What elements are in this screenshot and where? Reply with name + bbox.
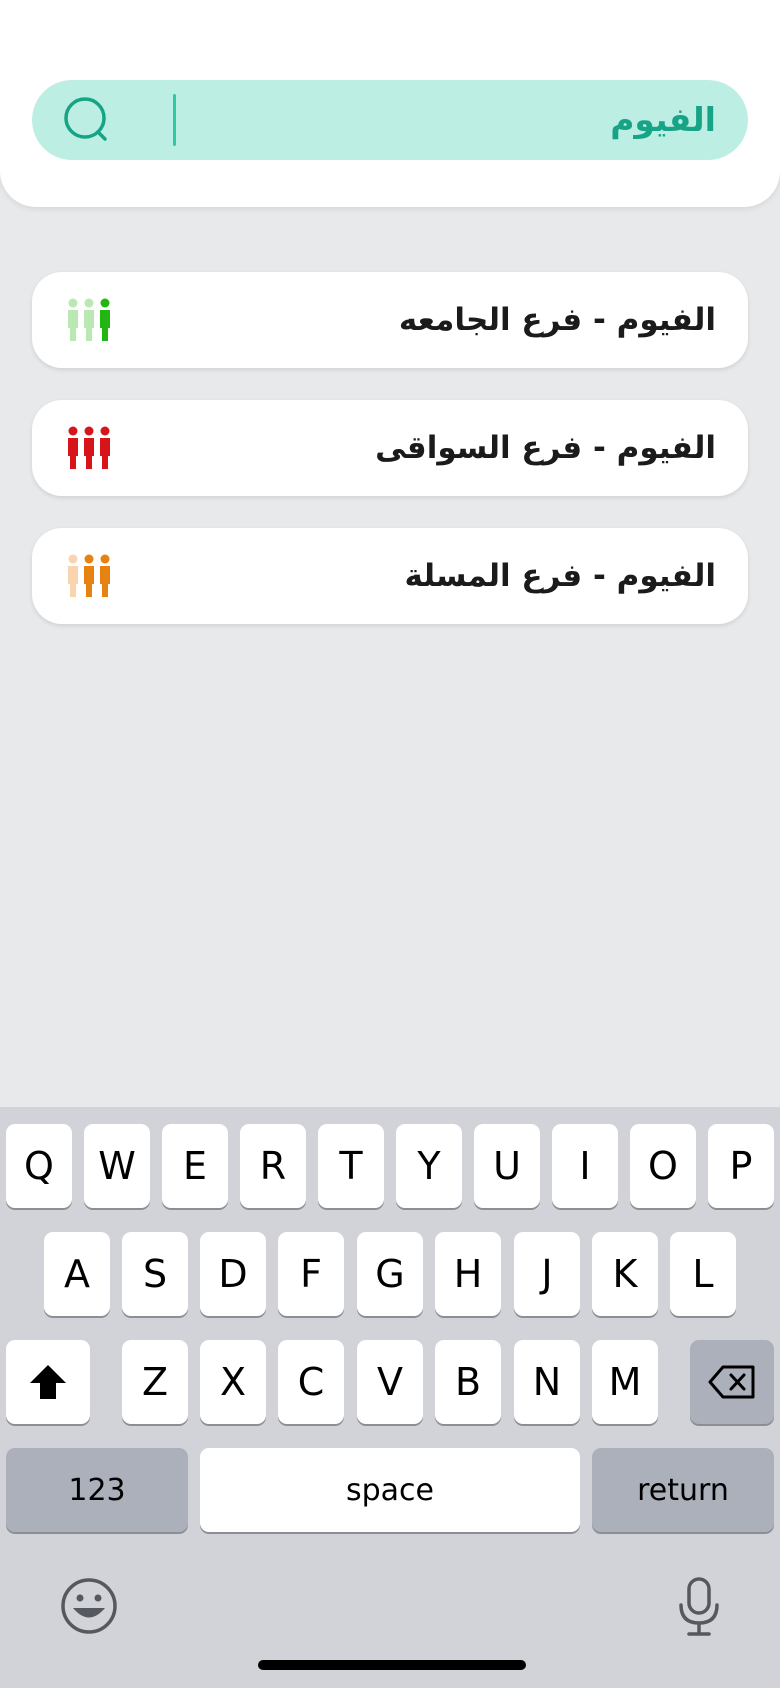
key-q[interactable]: Q xyxy=(6,1124,72,1208)
search-header xyxy=(0,0,780,207)
key-w[interactable]: W xyxy=(84,1124,150,1208)
key-s[interactable]: S xyxy=(122,1232,188,1316)
person-figure xyxy=(68,426,78,469)
key-r[interactable]: R xyxy=(240,1124,306,1208)
key-x[interactable]: X xyxy=(200,1340,266,1424)
branch-name: الفيوم - فرع المسلة xyxy=(404,558,716,594)
shift-icon xyxy=(30,1365,66,1399)
key-c[interactable]: C xyxy=(278,1340,344,1424)
search-icon[interactable] xyxy=(62,96,112,146)
person-figure xyxy=(84,554,94,597)
numbers-key[interactable]: 123 xyxy=(6,1448,188,1532)
key-o[interactable]: O xyxy=(630,1124,696,1208)
crowd-level-icon xyxy=(68,426,110,469)
list-item[interactable]: الفيوم - فرع الجامعه xyxy=(32,272,748,368)
key-f[interactable]: F xyxy=(278,1232,344,1316)
microphone-icon[interactable] xyxy=(676,1577,722,1637)
key-k[interactable]: K xyxy=(592,1232,658,1316)
key-h[interactable]: H xyxy=(435,1232,501,1316)
space-key[interactable]: space xyxy=(200,1448,580,1532)
key-l[interactable]: L xyxy=(670,1232,736,1316)
key-z[interactable]: Z xyxy=(122,1340,188,1424)
backspace-icon xyxy=(708,1365,755,1399)
person-figure xyxy=(84,426,94,469)
person-figure xyxy=(100,554,110,597)
home-indicator[interactable] xyxy=(258,1660,526,1670)
results-list: الفيوم - فرع الجامعه الفيوم - فرع السواق… xyxy=(32,272,748,656)
search-input[interactable] xyxy=(176,80,716,160)
return-key[interactable]: return xyxy=(592,1448,774,1532)
key-p[interactable]: P xyxy=(708,1124,774,1208)
person-figure xyxy=(68,298,78,341)
backspace-key[interactable] xyxy=(690,1340,774,1424)
emoji-icon[interactable] xyxy=(60,1577,118,1635)
search-bar[interactable] xyxy=(32,80,748,160)
branch-name: الفيوم - فرع السواقى xyxy=(375,430,716,466)
keyboard: Q W E R T Y U I O P A S D F G H J K L Z … xyxy=(0,1107,780,1688)
person-figure xyxy=(84,298,94,341)
list-item[interactable]: الفيوم - فرع السواقى xyxy=(32,400,748,496)
key-g[interactable]: G xyxy=(357,1232,423,1316)
crowd-level-icon xyxy=(68,554,110,597)
shift-key[interactable] xyxy=(6,1340,90,1424)
key-n[interactable]: N xyxy=(514,1340,580,1424)
key-u[interactable]: U xyxy=(474,1124,540,1208)
key-a[interactable]: A xyxy=(44,1232,110,1316)
person-figure xyxy=(100,426,110,469)
branch-name: الفيوم - فرع الجامعه xyxy=(398,302,716,338)
key-y[interactable]: Y xyxy=(396,1124,462,1208)
key-j[interactable]: J xyxy=(514,1232,580,1316)
key-v[interactable]: V xyxy=(357,1340,423,1424)
crowd-level-icon xyxy=(68,298,110,341)
key-m[interactable]: M xyxy=(592,1340,658,1424)
key-d[interactable]: D xyxy=(200,1232,266,1316)
list-item[interactable]: الفيوم - فرع المسلة xyxy=(32,528,748,624)
person-figure xyxy=(100,298,110,341)
key-t[interactable]: T xyxy=(318,1124,384,1208)
key-i[interactable]: I xyxy=(552,1124,618,1208)
person-figure xyxy=(68,554,78,597)
key-b[interactable]: B xyxy=(435,1340,501,1424)
key-e[interactable]: E xyxy=(162,1124,228,1208)
